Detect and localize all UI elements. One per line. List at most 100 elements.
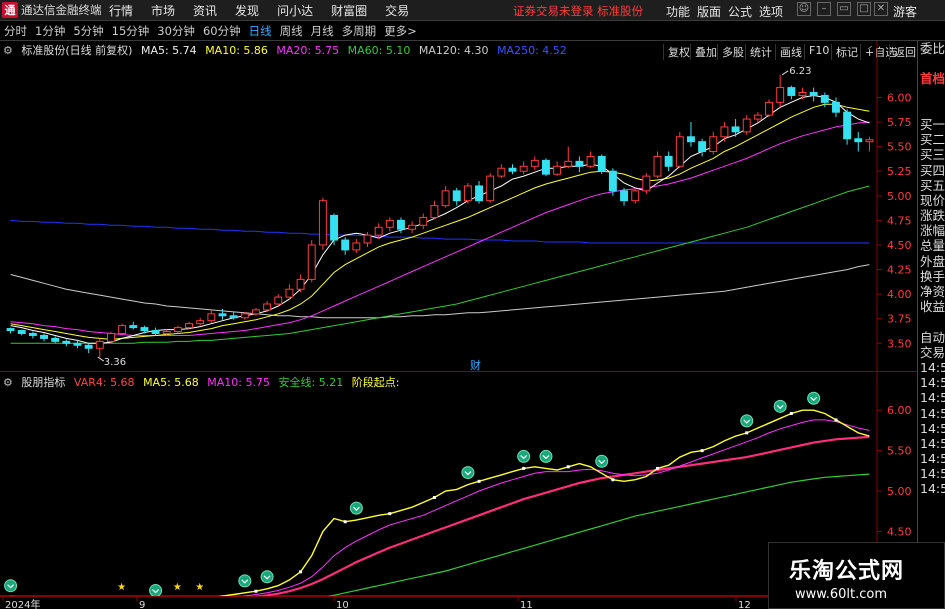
main-chart-panel[interactable]: ⚙ 标准股份(日线 前复权) MA5: 5.74 MA10: 5.86 MA20…: [0, 41, 917, 372]
side-turnover: 换手: [920, 268, 945, 284]
var4-dot: [566, 465, 570, 469]
candle-body: [441, 190, 450, 207]
main-axis-label: 5.00: [887, 190, 912, 203]
candle-body: [597, 155, 606, 172]
candle-body: [642, 175, 651, 192]
side-trade[interactable]: 交易: [918, 345, 945, 360]
candle-body: [653, 155, 662, 177]
quote-side-panel: 委比 首档 买一 买二 买三 买四 买五 现价 涨跌 涨幅 总量 外盘 换手 净…: [917, 41, 945, 609]
period-15min[interactable]: 15分钟: [108, 23, 154, 39]
buy-signal-icon: [740, 414, 754, 428]
candle-body: [542, 159, 550, 175]
candle-body: [787, 87, 796, 96]
watermark-title: 乐淘公式网: [789, 559, 905, 584]
candle-body: [408, 224, 417, 230]
var4-dot: [834, 418, 838, 422]
buy-signal-icon: [539, 449, 553, 463]
candle-body: [765, 101, 773, 116]
candle-body: [229, 315, 238, 319]
maximize-icon[interactable]: □: [857, 2, 871, 16]
diamond-icon: [867, 45, 873, 50]
candle-body: [687, 136, 695, 143]
buy-signal-icon: [238, 574, 252, 588]
side-time-5: 14:56: [920, 420, 945, 436]
candle-body: [575, 160, 584, 167]
menu-jiaoyi[interactable]: 交易: [385, 2, 409, 19]
candle-body: [374, 226, 383, 236]
main-axis-label: 3.50: [887, 337, 912, 350]
candle-body: [698, 141, 707, 153]
menu-gongshi[interactable]: 公式: [728, 3, 752, 20]
period-multi[interactable]: 多周期: [338, 23, 381, 39]
var4-dot: [477, 479, 481, 483]
main-kline-chart[interactable]: 6.00 5.75 5.50 5.25 5.00 4.75 4.50 4.25 4.00 3.75…: [0, 41, 917, 372]
menu-shichang[interactable]: 市场: [151, 2, 175, 19]
period-60min[interactable]: 60分钟: [199, 23, 245, 39]
close-icon[interactable]: ✕: [874, 2, 888, 16]
candle-body: [553, 165, 562, 175]
layout-icon[interactable]: ▭: [837, 2, 851, 16]
side-netasset: 净资: [920, 284, 945, 299]
side-time-3: 14:56: [920, 390, 945, 406]
candle-body: [475, 185, 483, 202]
candle-body: [564, 160, 573, 167]
buy-signal-icon: [517, 449, 531, 463]
side-blank-3: [918, 102, 945, 117]
menu-faxian[interactable]: 发现: [235, 2, 259, 19]
candle-body: [341, 239, 350, 251]
candle-body: [385, 219, 394, 228]
sub-axis-label: 5.00: [887, 485, 912, 498]
side-auto[interactable]: 自动: [918, 330, 945, 345]
side-pct: 涨幅: [920, 223, 945, 239]
period-5min[interactable]: 5分钟: [69, 23, 107, 39]
candle-body: [753, 114, 762, 120]
menu-wenxiaoda[interactable]: 问小达: [277, 2, 313, 19]
candle-body: [318, 200, 327, 246]
var4-dot: [789, 411, 793, 415]
sub-axis-label: 6.00: [887, 404, 912, 417]
period-30min[interactable]: 30分钟: [153, 23, 199, 39]
minimize-icon[interactable]: –: [817, 2, 831, 16]
ma250-line: [10, 219, 870, 244]
period-more[interactable]: 更多>: [380, 23, 421, 39]
side-time-2: 14:56: [920, 375, 945, 391]
candle-body: [51, 337, 60, 342]
side-change: 涨跌: [920, 208, 945, 224]
low-price-label: 3.36: [104, 357, 126, 368]
candle-body: [62, 340, 71, 344]
var4-dot: [343, 520, 347, 524]
main-axis-label: 5.75: [887, 116, 912, 129]
period-monthly[interactable]: 月线: [307, 23, 338, 39]
menu-caifuquan[interactable]: 财富圈: [331, 2, 367, 19]
menu-banmian[interactable]: 版面: [697, 3, 721, 20]
candle-body: [832, 101, 840, 113]
period-daily[interactable]: 日线: [245, 23, 276, 39]
candle-body: [419, 216, 428, 226]
side-outer: 外盘: [920, 253, 945, 269]
date-label: 10: [336, 600, 349, 609]
stage-start-star: ★: [117, 582, 126, 593]
candle-body: [675, 136, 684, 167]
var4-dot: [656, 466, 659, 470]
period-fenshi[interactable]: 分时: [0, 23, 31, 39]
side-buy3: 买三: [920, 147, 945, 163]
menu-xuanxiang[interactable]: 选项: [759, 3, 783, 20]
side-blank-1: [918, 56, 945, 71]
stage-start-star: ★: [195, 582, 204, 593]
login-status[interactable]: 证券交易未登录 标准股份: [513, 3, 643, 19]
candle-body: [397, 219, 405, 230]
candle-body: [151, 330, 160, 334]
candle-body: [664, 155, 673, 167]
candle-body: [620, 190, 628, 202]
candle-body: [854, 138, 863, 143]
menu-gongneng[interactable]: 功能: [666, 3, 690, 20]
guest-label[interactable]: 游客: [893, 3, 917, 20]
menu-zixun[interactable]: 资讯: [193, 2, 217, 19]
menu-hangqing[interactable]: 行情: [109, 2, 133, 19]
period-weekly[interactable]: 周线: [276, 23, 307, 39]
candle-body: [586, 155, 595, 167]
ma120-line: [10, 264, 870, 319]
main-axis-label: 4.50: [887, 239, 912, 252]
period-1min[interactable]: 1分钟: [31, 23, 69, 39]
user-icon[interactable]: ☺: [797, 2, 811, 16]
